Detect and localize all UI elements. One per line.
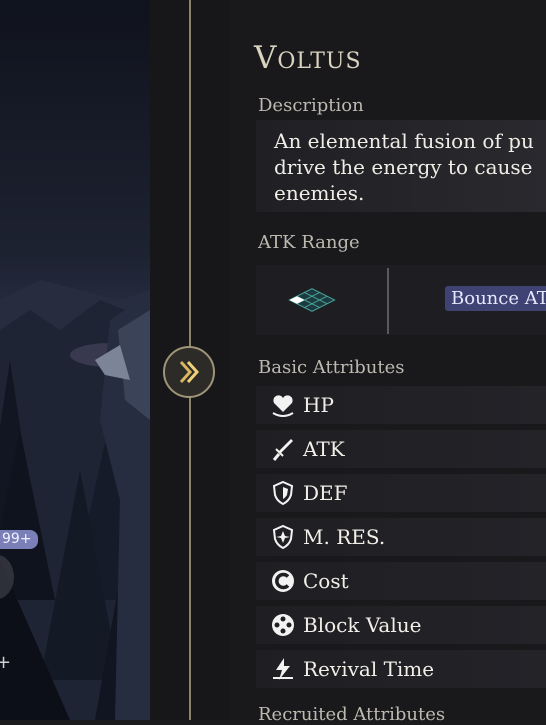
description-box: An elemental fusion of pu drive the ener… — [256, 120, 546, 212]
double-chevron-right-icon — [179, 360, 200, 384]
cost-icon — [272, 570, 294, 592]
expand-button[interactable] — [163, 346, 215, 398]
forest-scene — [0, 280, 150, 720]
description-line: enemies. — [274, 181, 365, 205]
revival-icon — [273, 658, 293, 680]
count-badge: 99+ — [0, 530, 38, 549]
side-glyph: + — [0, 652, 12, 673]
attribute-row-def — [256, 474, 546, 512]
heart-icon — [272, 395, 294, 417]
attribute-row-atk — [256, 430, 546, 468]
range-grid-icon — [288, 288, 336, 312]
character-art: 99+ + — [0, 0, 150, 720]
next-section-label: Recruited Attributes — [258, 704, 446, 725]
description-text: An elemental fusion of pu drive the ener… — [274, 128, 546, 206]
attribute-label-block: Block Value — [303, 613, 422, 637]
description-line: drive the energy to cause — [274, 155, 533, 179]
attribute-label-def: DEF — [303, 481, 348, 505]
bounce-attack-chip[interactable]: Bounce AT — [445, 286, 546, 311]
attribute-label-cost: Cost — [303, 569, 349, 593]
magic-shield-icon — [272, 524, 294, 550]
description-label: Description — [258, 95, 364, 116]
range-separator — [387, 268, 389, 334]
shield-icon — [272, 480, 294, 506]
description-line: An elemental fusion of pu — [274, 129, 534, 153]
block-icon — [272, 614, 294, 636]
attribute-label-revival: Revival Time — [303, 657, 435, 681]
attribute-row-hp — [256, 386, 546, 424]
attribute-label-mres: M. RES. — [303, 525, 386, 549]
basic-attributes-label: Basic Attributes — [258, 357, 405, 378]
sword-icon — [272, 439, 293, 461]
atk-range-label: ATK Range — [258, 232, 360, 253]
attribute-row-cost — [256, 562, 546, 600]
attribute-row-mres — [256, 518, 546, 556]
attribute-label-atk: ATK — [303, 437, 345, 461]
operator-name: Voltus — [254, 40, 362, 76]
attribute-label-hp: HP — [303, 393, 334, 417]
